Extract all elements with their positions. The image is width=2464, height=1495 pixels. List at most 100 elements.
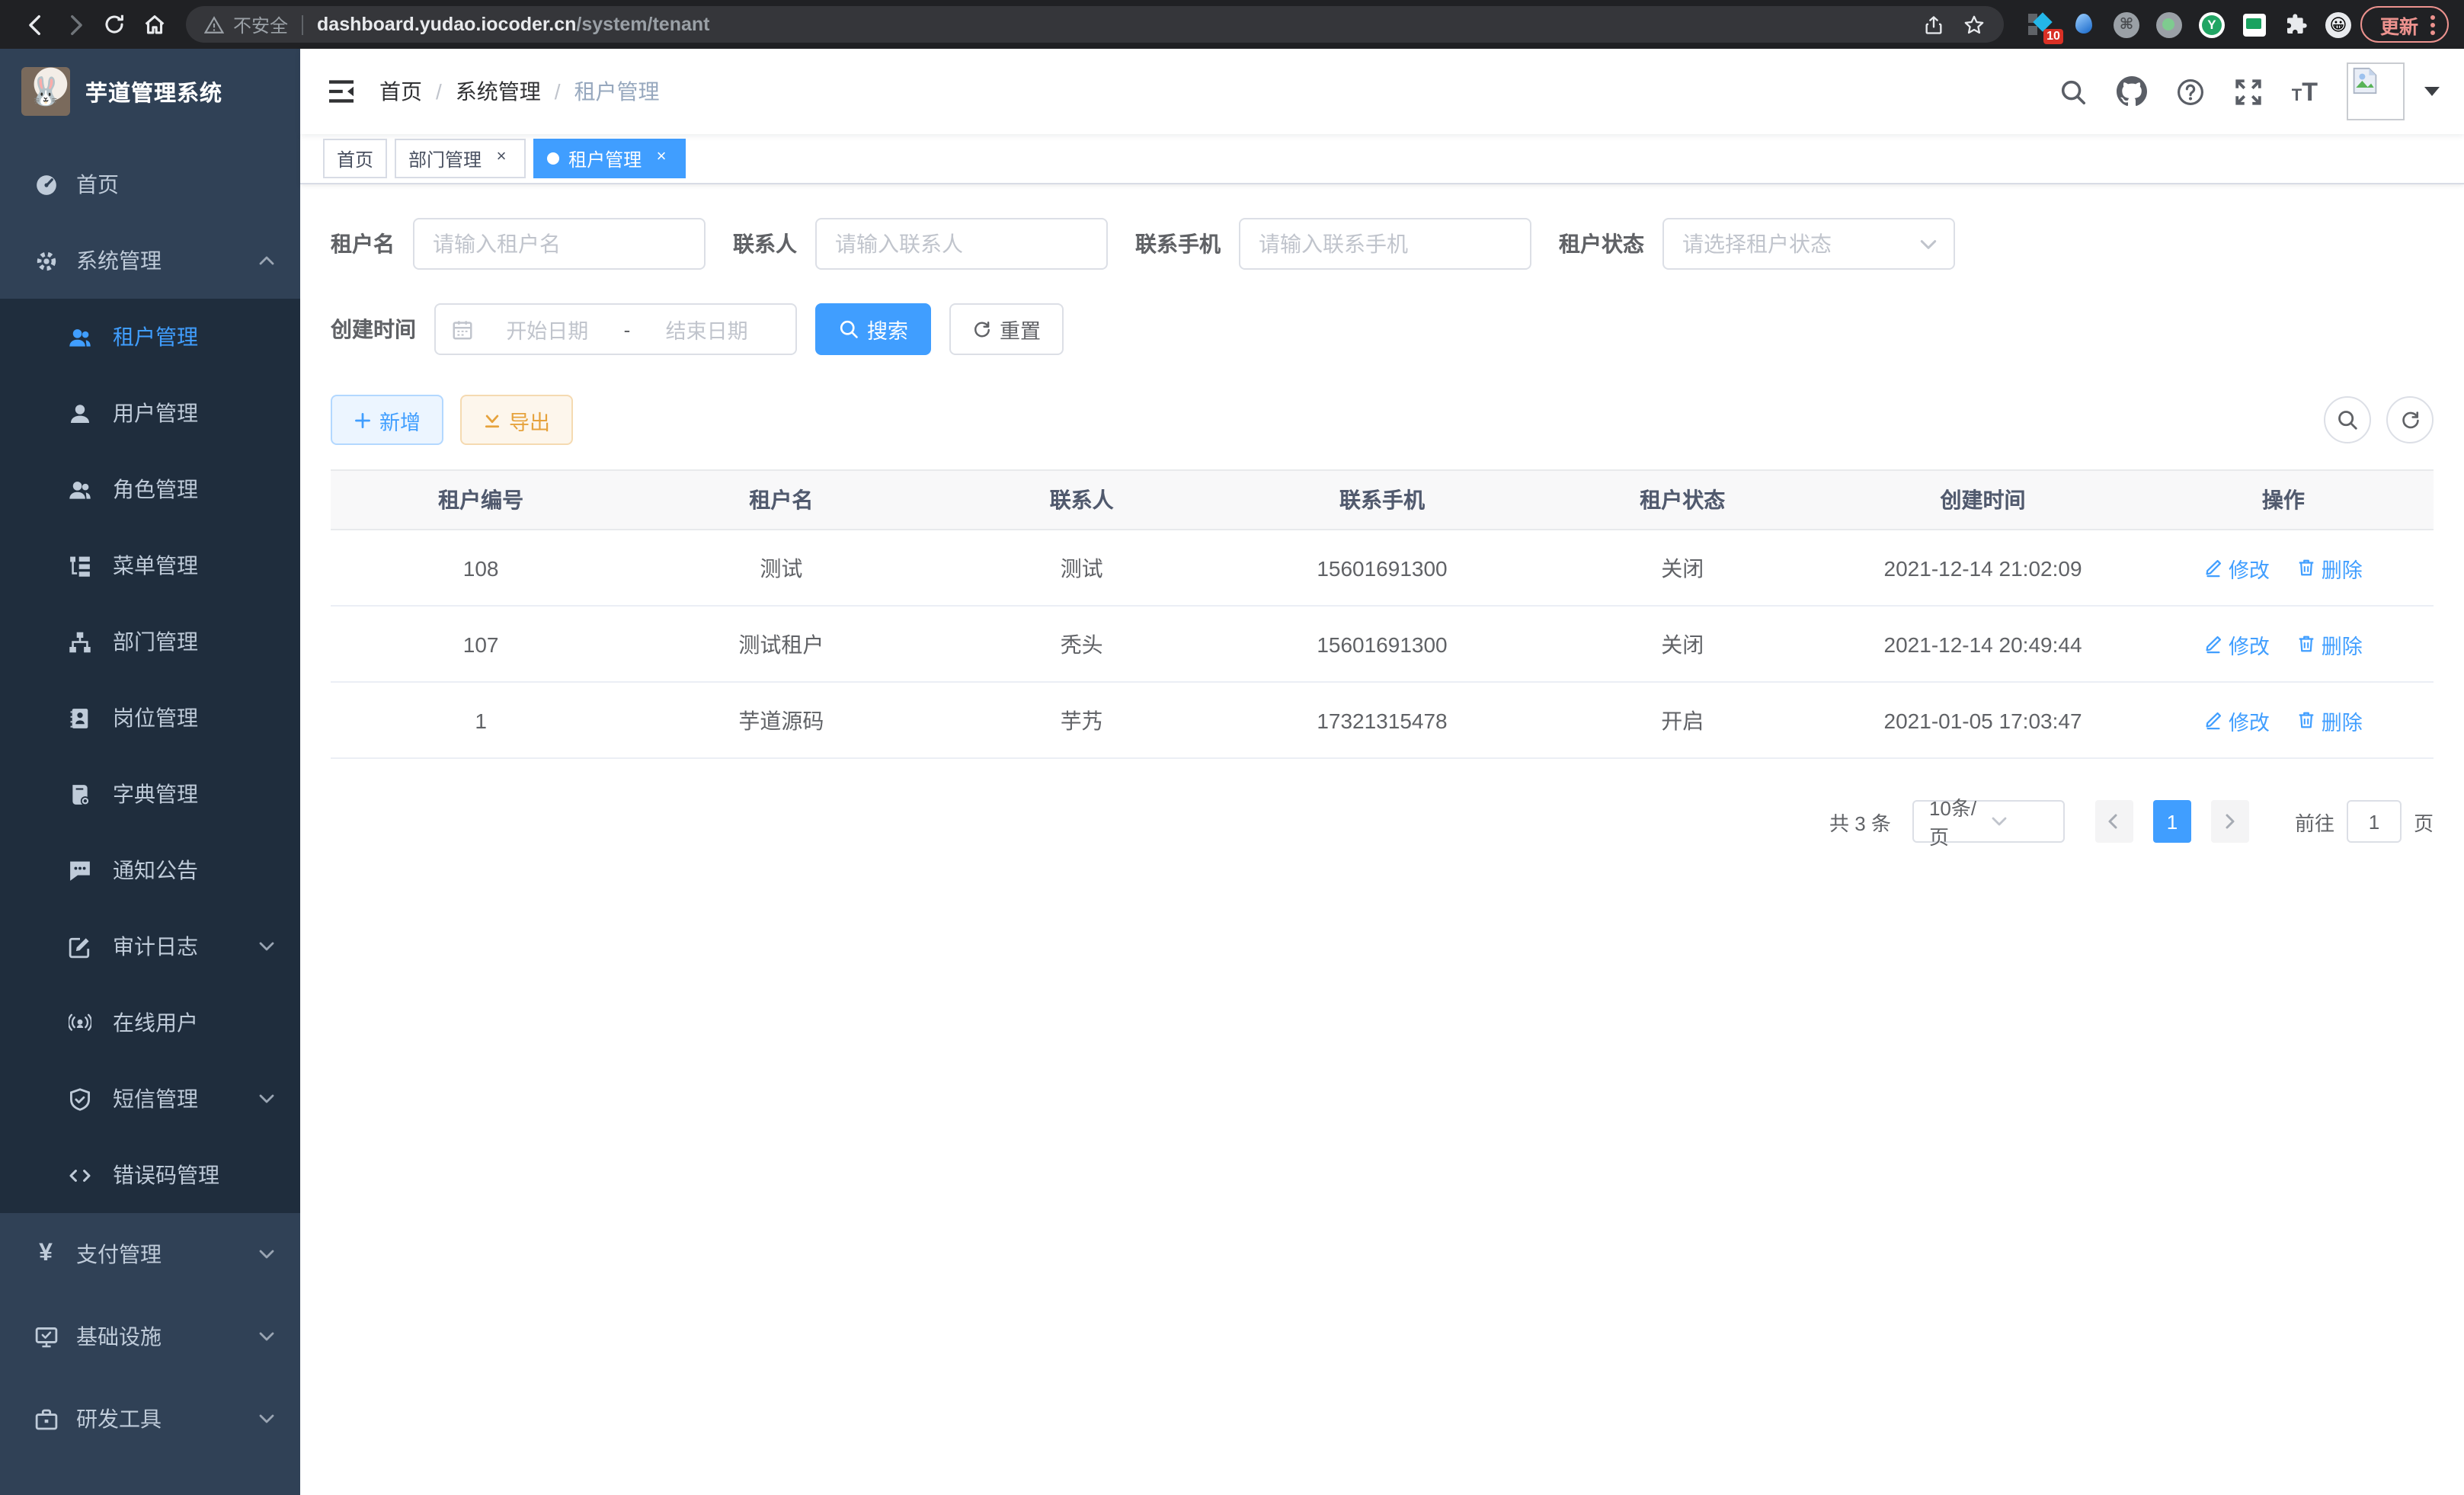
address-bar[interactable]: 不安全 dashboard.yudao.iocoder.cn/system/te… <box>186 6 2004 43</box>
update-label: 更新 <box>2380 10 2418 39</box>
breadcrumb-system[interactable]: 系统管理 <box>456 76 541 107</box>
sidebar-item-dict[interactable]: 字典管理 <box>0 756 300 832</box>
extension-recorder-icon[interactable] <box>2156 11 2182 37</box>
edit-link[interactable]: 修改 <box>2204 629 2270 659</box>
prev-page-button[interactable] <box>2095 800 2133 843</box>
broadcast-user-icon <box>67 1011 91 1034</box>
sidebar-item-audit-log[interactable]: 审计日志 <box>0 908 300 984</box>
add-button[interactable]: 新增 <box>331 395 443 445</box>
browser-update-button[interactable]: 更新 <box>2360 6 2449 43</box>
tenant-table: 租户编号 租户名 联系人 联系手机 租户状态 创建时间 操作 1 <box>331 469 2434 759</box>
sidebar-item-home[interactable]: 首页 <box>0 146 300 222</box>
breadcrumb-home[interactable]: 首页 <box>379 76 422 107</box>
sidebar: 🐰 芋道管理系统 首页 系统管理 租户管理 <box>0 49 300 1495</box>
sidebar-item-menu[interactable]: 菜单管理 <box>0 527 300 603</box>
sidebar-item-dept[interactable]: 部门管理 <box>0 603 300 680</box>
edit-link[interactable]: 修改 <box>2204 705 2270 735</box>
github-icon[interactable] <box>2117 76 2147 107</box>
sidebar-item-sms[interactable]: 短信管理 <box>0 1061 300 1137</box>
cell-contact: 芋艿 <box>932 682 1232 758</box>
mobile-input[interactable] <box>1239 218 1531 270</box>
forward-arrow-icon <box>62 11 88 37</box>
sidebar-item-error-code[interactable]: 错误码管理 <box>0 1137 300 1213</box>
next-page-button[interactable] <box>2211 800 2249 843</box>
help-icon[interactable] <box>2176 77 2205 106</box>
search-button[interactable]: 搜索 <box>815 303 931 355</box>
toggle-search-button[interactable] <box>2324 396 2371 443</box>
end-date-placeholder[interactable]: 结束日期 <box>633 314 780 344</box>
trash-icon <box>2297 634 2317 654</box>
sidebar-item-notice[interactable]: 通知公告 <box>0 832 300 908</box>
sidebar-logo-row[interactable]: 🐰 芋道管理系统 <box>0 49 300 134</box>
sidebar-item-user[interactable]: 用户管理 <box>0 375 300 451</box>
profile-avatar-icon[interactable]: 😀 <box>2325 11 2351 37</box>
col-status: 租户状态 <box>1532 470 1832 530</box>
browser-menu-icon[interactable] <box>2430 14 2435 34</box>
org-chart-icon <box>67 630 91 653</box>
extension-tampermonkey-icon[interactable]: 10 <box>2028 11 2054 37</box>
sidebar-item-label: 用户管理 <box>113 398 198 428</box>
mobile-label: 联系手机 <box>1135 229 1221 259</box>
sidebar-item-infra[interactable]: 基础设施 <box>0 1295 300 1378</box>
extension-command-icon[interactable]: ⌘ <box>2114 11 2139 37</box>
sidebar-item-label: 部门管理 <box>113 626 198 657</box>
browser-home-button[interactable] <box>134 5 174 44</box>
delete-link[interactable]: 删除 <box>2297 705 2363 735</box>
browser-back-button[interactable] <box>15 5 55 44</box>
page-size-select[interactable]: 10条/页 <box>1912 800 2065 843</box>
status-select[interactable]: 请选择租户状态 <box>1662 218 1955 270</box>
edit-pencil-icon <box>2204 558 2224 578</box>
tenant-name-input[interactable] <box>413 218 706 270</box>
tag-close-icon[interactable]: × <box>491 148 512 169</box>
header-search-button[interactable] <box>2059 77 2088 106</box>
date-range-picker[interactable]: 开始日期 - 结束日期 <box>434 303 797 355</box>
delete-link[interactable]: 删除 <box>2297 629 2363 659</box>
tag-dept[interactable]: 部门管理 × <box>395 139 526 178</box>
sidebar-submenu-system: 租户管理 用户管理 角色管理 菜单管理 <box>0 299 300 1213</box>
extension-balloon-icon[interactable] <box>2071 11 2097 37</box>
sidebar-item-system[interactable]: 系统管理 <box>0 222 300 299</box>
security-label[interactable]: 不安全 <box>233 11 288 37</box>
browser-forward-button[interactable] <box>55 5 94 44</box>
chevron-down-icon <box>258 1410 276 1428</box>
page-unit-label: 页 <box>2414 807 2434 836</box>
sidebar-item-pay[interactable]: ¥ 支付管理 <box>0 1213 300 1295</box>
sidebar-collapse-button[interactable] <box>328 79 355 104</box>
start-date-placeholder[interactable]: 开始日期 <box>474 314 621 344</box>
tags-view-bar: 首页 部门管理 × 租户管理 × <box>300 134 2464 184</box>
extension-y-icon[interactable]: Y <box>2199 11 2225 37</box>
url-host[interactable]: dashboard.yudao.iocoder.cn <box>317 14 576 35</box>
extension-chat-icon[interactable] <box>2243 13 2266 36</box>
url-path[interactable]: /system/tenant <box>576 14 709 35</box>
tag-tenant[interactable]: 租户管理 × <box>533 139 686 178</box>
top-navbar: 首页 / 系统管理 / 租户管理 TT <box>300 49 2464 134</box>
contact-input[interactable] <box>815 218 1108 270</box>
tag-home[interactable]: 首页 <box>323 139 387 178</box>
cell-created: 2021-01-05 17:03:47 <box>1832 682 2133 758</box>
sidebar-item-online-user[interactable]: 在线用户 <box>0 984 300 1061</box>
announcement-bubble-icon <box>67 859 91 882</box>
sidebar-item-devtool[interactable]: 研发工具 <box>0 1378 300 1460</box>
share-icon[interactable] <box>1923 13 1944 36</box>
sidebar-item-label: 短信管理 <box>113 1084 198 1114</box>
edit-link[interactable]: 修改 <box>2204 552 2270 583</box>
browser-reload-button[interactable] <box>94 5 134 44</box>
sidebar-item-post[interactable]: 岗位管理 <box>0 680 300 756</box>
user-avatar[interactable] <box>2347 62 2405 120</box>
avatar-caret-icon[interactable] <box>2424 87 2440 96</box>
bookmark-star-icon[interactable] <box>1963 13 1986 36</box>
goto-page-input[interactable] <box>2347 800 2402 843</box>
tag-close-icon[interactable]: × <box>651 148 672 169</box>
sidebar-item-tenant[interactable]: 租户管理 <box>0 299 300 375</box>
sidebar-item-role[interactable]: 角色管理 <box>0 451 300 527</box>
col-actions: 操作 <box>2133 470 2434 530</box>
fullscreen-icon[interactable] <box>2234 77 2263 106</box>
font-size-icon[interactable]: TT <box>2292 78 2318 104</box>
delete-link[interactable]: 删除 <box>2297 552 2363 583</box>
refresh-table-button[interactable] <box>2386 396 2434 443</box>
page-number-1[interactable]: 1 <box>2153 800 2191 843</box>
extensions-puzzle-icon[interactable] <box>2284 12 2309 37</box>
reset-button[interactable]: 重置 <box>949 303 1064 355</box>
cell-mobile: 15601691300 <box>1232 606 1532 682</box>
export-button[interactable]: 导出 <box>460 395 573 445</box>
